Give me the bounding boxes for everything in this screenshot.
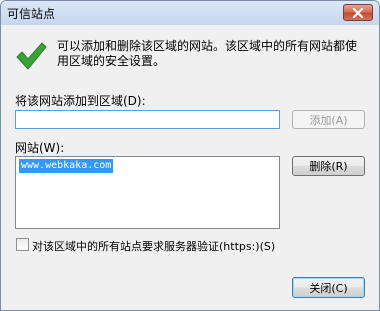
websites-label: 网站(W): xyxy=(15,141,65,155)
remove-button[interactable]: 删除(R) xyxy=(292,156,365,176)
title-bar[interactable]: 可信站点 xyxy=(1,1,379,25)
zone-description: 可以添加和删除该区域的网站。该区域中的所有网站都使用区域的安全设置。 xyxy=(57,39,358,68)
websites-list[interactable]: www.webkaka.com xyxy=(15,156,280,229)
trusted-sites-dialog: 可信站点 可以添加和删除该区域的网站。该区域中的所有网站都使用区域的安全设置。 … xyxy=(0,0,380,311)
add-button[interactable]: 添加(A) xyxy=(292,110,365,129)
close-icon xyxy=(352,7,364,18)
checkmark-icon xyxy=(16,42,47,70)
window-title: 可信站点 xyxy=(7,7,56,21)
https-checkbox[interactable] xyxy=(16,238,29,251)
window-close-button[interactable] xyxy=(343,4,373,21)
add-site-label: 将该网站添加到区域(D): xyxy=(15,94,146,108)
add-site-input[interactable] xyxy=(15,110,280,129)
close-button[interactable]: 关闭(C) xyxy=(292,277,365,298)
list-item[interactable]: www.webkaka.com xyxy=(19,159,114,173)
https-checkbox-label[interactable]: 对该区域中的所有站点要求服务器验证(https:)(S) xyxy=(32,238,275,254)
